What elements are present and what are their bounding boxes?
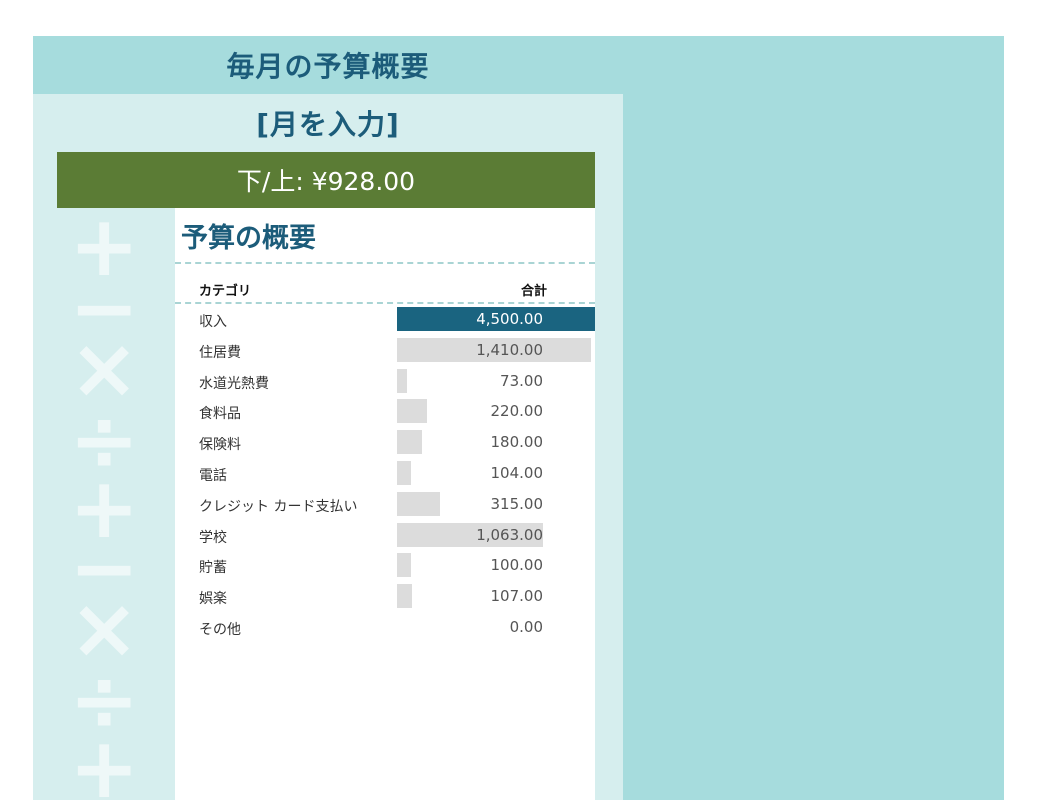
summary-title: 予算の概要: [181, 223, 316, 254]
expense-row[interactable]: 貯蓄 100.00: [175, 550, 595, 580]
total-value: 220.00: [490, 402, 544, 421]
expense-bar: [397, 553, 411, 578]
total-value: 4,500.00: [476, 310, 543, 328]
expense-row[interactable]: 食料品 220.00: [175, 396, 595, 426]
page-title: 毎月の予算概要: [226, 50, 430, 83]
total-value: 73.00: [500, 371, 543, 390]
category-label: 貯蓄: [199, 560, 227, 577]
math-symbols-decoration: + − × ÷ + − × ÷ +: [57, 208, 175, 800]
expense-bar: [397, 430, 422, 455]
category-label: 水道光熱費: [199, 375, 269, 392]
category-label: 保険料: [199, 437, 241, 454]
category-label: クレジット カード支払い: [199, 498, 358, 515]
expense-bar: [397, 491, 441, 516]
category-label: 住居費: [199, 344, 241, 361]
expense-row[interactable]: その他 0.00: [175, 612, 595, 642]
expense-bar: [397, 584, 412, 609]
category-label: 食料品: [199, 406, 241, 423]
total-value: 104.00: [490, 464, 544, 482]
summary-panel: [月を入力] 下/上: ¥928.00 + − × ÷ + − × ÷ + 予算…: [33, 94, 623, 800]
category-label: 収入: [199, 314, 227, 330]
income-row[interactable]: 収入 4,500.00: [175, 304, 595, 334]
balance-bar: 下/上: ¥928.00: [57, 152, 595, 208]
expense-row[interactable]: クレジット カード支払い 315.00: [175, 489, 595, 519]
total-value: 0.00: [509, 618, 543, 636]
expense-row[interactable]: 保険料 180.00: [175, 427, 595, 457]
category-label: その他: [199, 622, 241, 638]
expense-row[interactable]: 娯楽 107.00: [175, 581, 595, 611]
expense-row[interactable]: 水道光熱費 73.00: [175, 366, 595, 396]
expense-bar: [397, 461, 412, 485]
total-value: 1,410.00: [476, 340, 543, 359]
expense-bar: [397, 399, 428, 424]
expense-row[interactable]: 住居費 1,410.00: [175, 335, 595, 365]
category-label: 電話: [199, 468, 227, 484]
total-value: 100.00: [490, 556, 544, 575]
total-value: 1,063.00: [476, 525, 543, 544]
header-divider: [175, 262, 595, 264]
category-label: 娯楽: [199, 591, 227, 608]
total-value: 180.00: [490, 433, 544, 452]
category-column-header: カテゴリ: [199, 284, 252, 299]
expense-bar: [397, 368, 408, 393]
month-input-cell[interactable]: [月を入力]: [33, 94, 623, 152]
budget-summary-card: 予算の概要 カテゴリ 合計 収入 4,500.00 住居費 1,410.00 水道光熱費…: [175, 208, 595, 800]
total-value: 107.00: [490, 587, 544, 606]
total-column-header: 合計: [520, 284, 547, 299]
expense-row[interactable]: 電話 104.00: [175, 458, 595, 488]
total-value: 315.00: [490, 494, 544, 513]
plus-icon: +: [69, 719, 140, 800]
category-label: 学校: [199, 529, 227, 546]
expense-row[interactable]: 学校 1,063.00: [175, 520, 595, 550]
budget-sheet: 毎月の予算概要 [月を入力] 下/上: ¥928.00 + − × ÷ + − …: [33, 36, 1004, 800]
